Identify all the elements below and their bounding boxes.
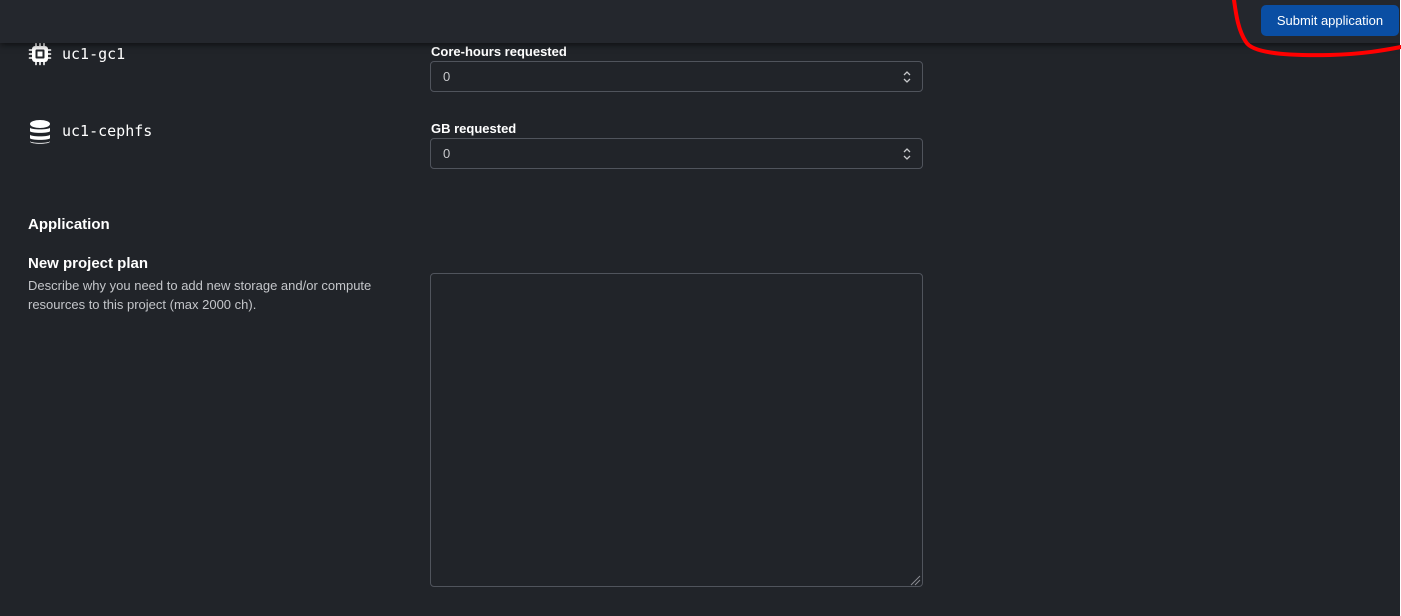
gb-requested-input[interactable]: 0: [430, 138, 923, 169]
resource-row-uc1-cephfs: uc1-cephfs: [28, 119, 153, 144]
gb-requested-value: 0: [443, 146, 451, 161]
cpu-chip-icon: [28, 42, 52, 66]
application-page: Submit application uc1-gc1 Core-hours re…: [0, 0, 1401, 616]
core-hours-value: 0: [443, 69, 451, 84]
resize-grip-icon[interactable]: [909, 573, 921, 586]
core-hours-input[interactable]: 0: [430, 61, 923, 92]
number-spinner-icon[interactable]: [902, 146, 912, 162]
top-bar: Submit application: [0, 0, 1400, 43]
project-plan-textarea[interactable]: [430, 273, 923, 587]
project-plan-description: Describe why you need to add new storage…: [28, 278, 372, 312]
application-section-title: Application: [28, 216, 110, 233]
resource-name: uc1-cephfs: [62, 122, 153, 140]
project-plan-title: New project plan: [28, 255, 149, 272]
database-icon: [28, 119, 52, 144]
number-spinner-icon[interactable]: [902, 69, 912, 85]
gb-requested-label: GB requested: [431, 121, 517, 136]
core-hours-label: Core-hours requested: [431, 44, 567, 59]
resource-row-uc1-gc1: uc1-gc1: [28, 42, 125, 66]
submit-application-button[interactable]: Submit application: [1261, 5, 1399, 36]
resource-name: uc1-gc1: [62, 45, 126, 63]
